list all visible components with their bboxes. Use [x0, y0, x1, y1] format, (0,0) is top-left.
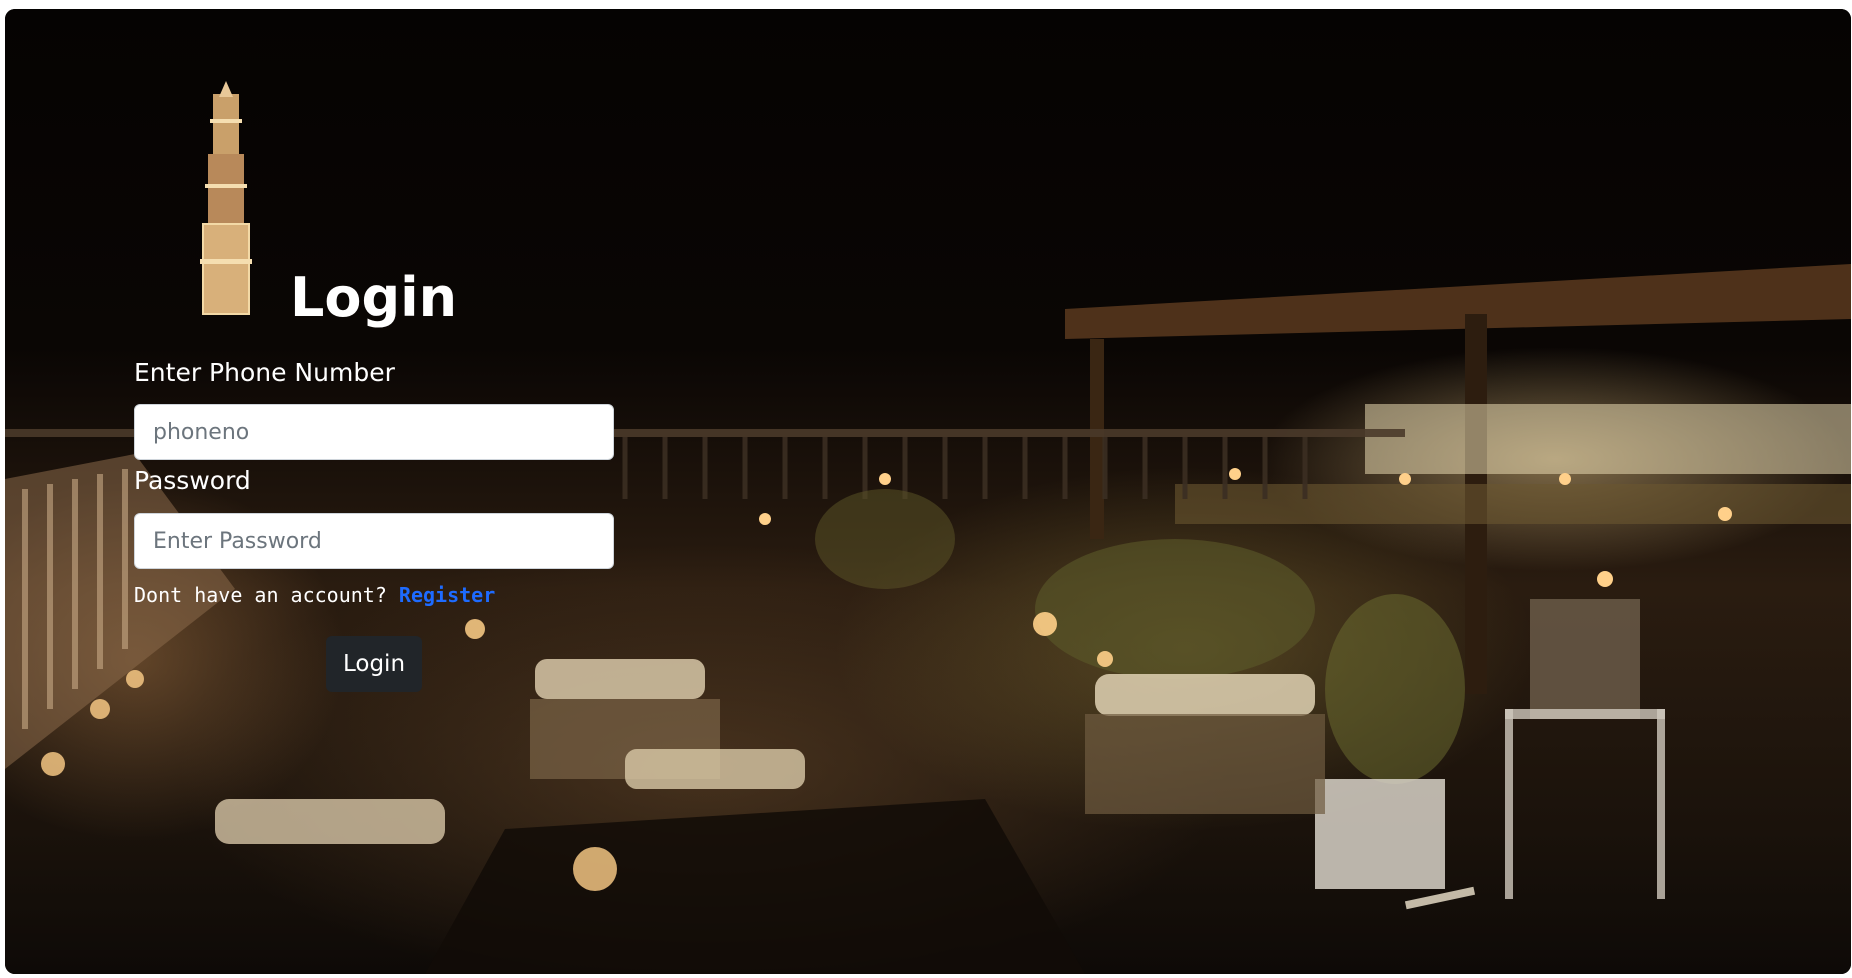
tower-image — [200, 81, 252, 315]
restaurant-scene-image — [5, 81, 1851, 974]
register-link[interactable]: Register — [399, 583, 495, 607]
page-title: Login — [290, 266, 458, 329]
page-frame — [5, 9, 1851, 974]
password-label: Password — [134, 466, 251, 495]
account-prompt: Dont have an account? Register — [134, 582, 495, 608]
login-button[interactable]: Login — [326, 636, 422, 692]
password-input[interactable] — [134, 513, 614, 569]
account-prompt-text: Dont have an account? — [134, 583, 399, 607]
phone-input[interactable] — [134, 404, 614, 460]
phone-label: Enter Phone Number — [134, 358, 395, 387]
